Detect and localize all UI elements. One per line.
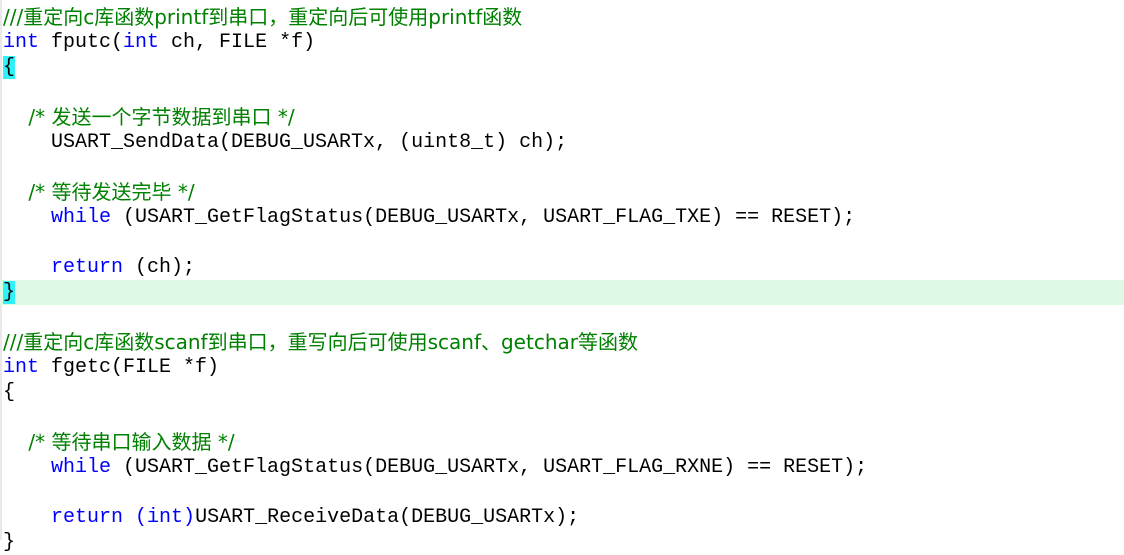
return-expression-receivedata: USART_ReceiveData(DEBUG_USARTx); <box>195 506 580 529</box>
code-line-11[interactable]: return (ch); <box>0 255 1124 280</box>
code-line-18[interactable]: /* 等待串口输入数据 */ <box>0 430 1124 455</box>
keyword-return: return <box>51 506 124 529</box>
comment-token: /* 等待发送完毕 */ <box>3 180 195 204</box>
cast-int: (int) <box>135 506 196 529</box>
code-line-14[interactable]: ///重定向c库函数scanf到串口，重写向后可使用scanf、getchar等… <box>0 330 1124 355</box>
keyword-int-param: int <box>123 31 160 54</box>
keyword-while: while <box>51 206 112 229</box>
code-line-6[interactable]: USART_SendData(DEBUG_USARTx, (uint8_t) c… <box>0 130 1124 155</box>
return-expression-ch: (ch); <box>123 256 196 279</box>
code-line-19[interactable]: while (USART_GetFlagStatus(DEBUG_USARTx,… <box>0 455 1124 480</box>
code-text-area[interactable]: ///重定向c库函数printf到串口，重定向后可使用printf函数 int … <box>0 0 1124 555</box>
keyword-int: int <box>3 356 40 379</box>
brace-close: } <box>3 531 16 554</box>
matching-brace-close-icon: } <box>3 281 16 304</box>
statement-usart-senddata: USART_SendData(DEBUG_USARTx, (uint8_t) c… <box>3 131 568 154</box>
code-line-3[interactable]: { <box>0 55 1124 80</box>
code-line-8[interactable]: /* 等待发送完毕 */ <box>0 180 1124 205</box>
comment-token: ///重定向c库函数printf到串口，重定向后可使用printf函数 <box>3 5 523 29</box>
keyword-while: while <box>51 456 112 479</box>
code-line-10-blank[interactable] <box>0 230 1124 255</box>
code-line-9[interactable]: while (USART_GetFlagStatus(DEBUG_USARTx,… <box>0 205 1124 230</box>
code-line-2[interactable]: int fputc(int ch, FILE *f) <box>0 30 1124 55</box>
function-name-fgetc: fgetc(FILE *f) <box>39 356 220 379</box>
code-line-16[interactable]: { <box>0 380 1124 405</box>
parameter-list: ch, FILE *f) <box>159 31 316 54</box>
code-line-4-blank[interactable] <box>0 80 1124 105</box>
code-line-7-blank[interactable] <box>0 155 1124 180</box>
code-line-20-blank[interactable] <box>0 480 1124 505</box>
function-name-fputc: fputc( <box>39 31 124 54</box>
keyword-return: return <box>51 256 124 279</box>
code-line-22[interactable]: } <box>0 530 1124 555</box>
code-line-21[interactable]: return (int)USART_ReceiveData(DEBUG_USAR… <box>0 505 1124 530</box>
brace-open: { <box>3 381 16 404</box>
code-line-13-blank[interactable] <box>0 305 1124 330</box>
code-line-1[interactable]: ///重定向c库函数printf到串口，重定向后可使用printf函数 <box>0 5 1124 30</box>
code-line-15[interactable]: int fgetc(FILE *f) <box>0 355 1124 380</box>
matching-brace-open-icon: { <box>3 56 16 79</box>
keyword-int: int <box>3 31 40 54</box>
while-condition-txe: (USART_GetFlagStatus(DEBUG_USARTx, USART… <box>111 206 856 229</box>
comment-token: /* 等待串口输入数据 */ <box>3 430 235 454</box>
comment-token: ///重定向c库函数scanf到串口，重写向后可使用scanf、getchar等… <box>3 330 638 354</box>
code-line-17-blank[interactable] <box>0 405 1124 430</box>
code-line-5[interactable]: /* 发送一个字节数据到串口 */ <box>0 105 1124 130</box>
code-editor[interactable]: ///重定向c库函数printf到串口，重定向后可使用printf函数 int … <box>0 0 1124 554</box>
code-line-12-current[interactable]: } <box>0 280 1124 305</box>
comment-token: /* 发送一个字节数据到串口 */ <box>3 105 295 129</box>
while-condition-rxne: (USART_GetFlagStatus(DEBUG_USARTx, USART… <box>111 456 868 479</box>
